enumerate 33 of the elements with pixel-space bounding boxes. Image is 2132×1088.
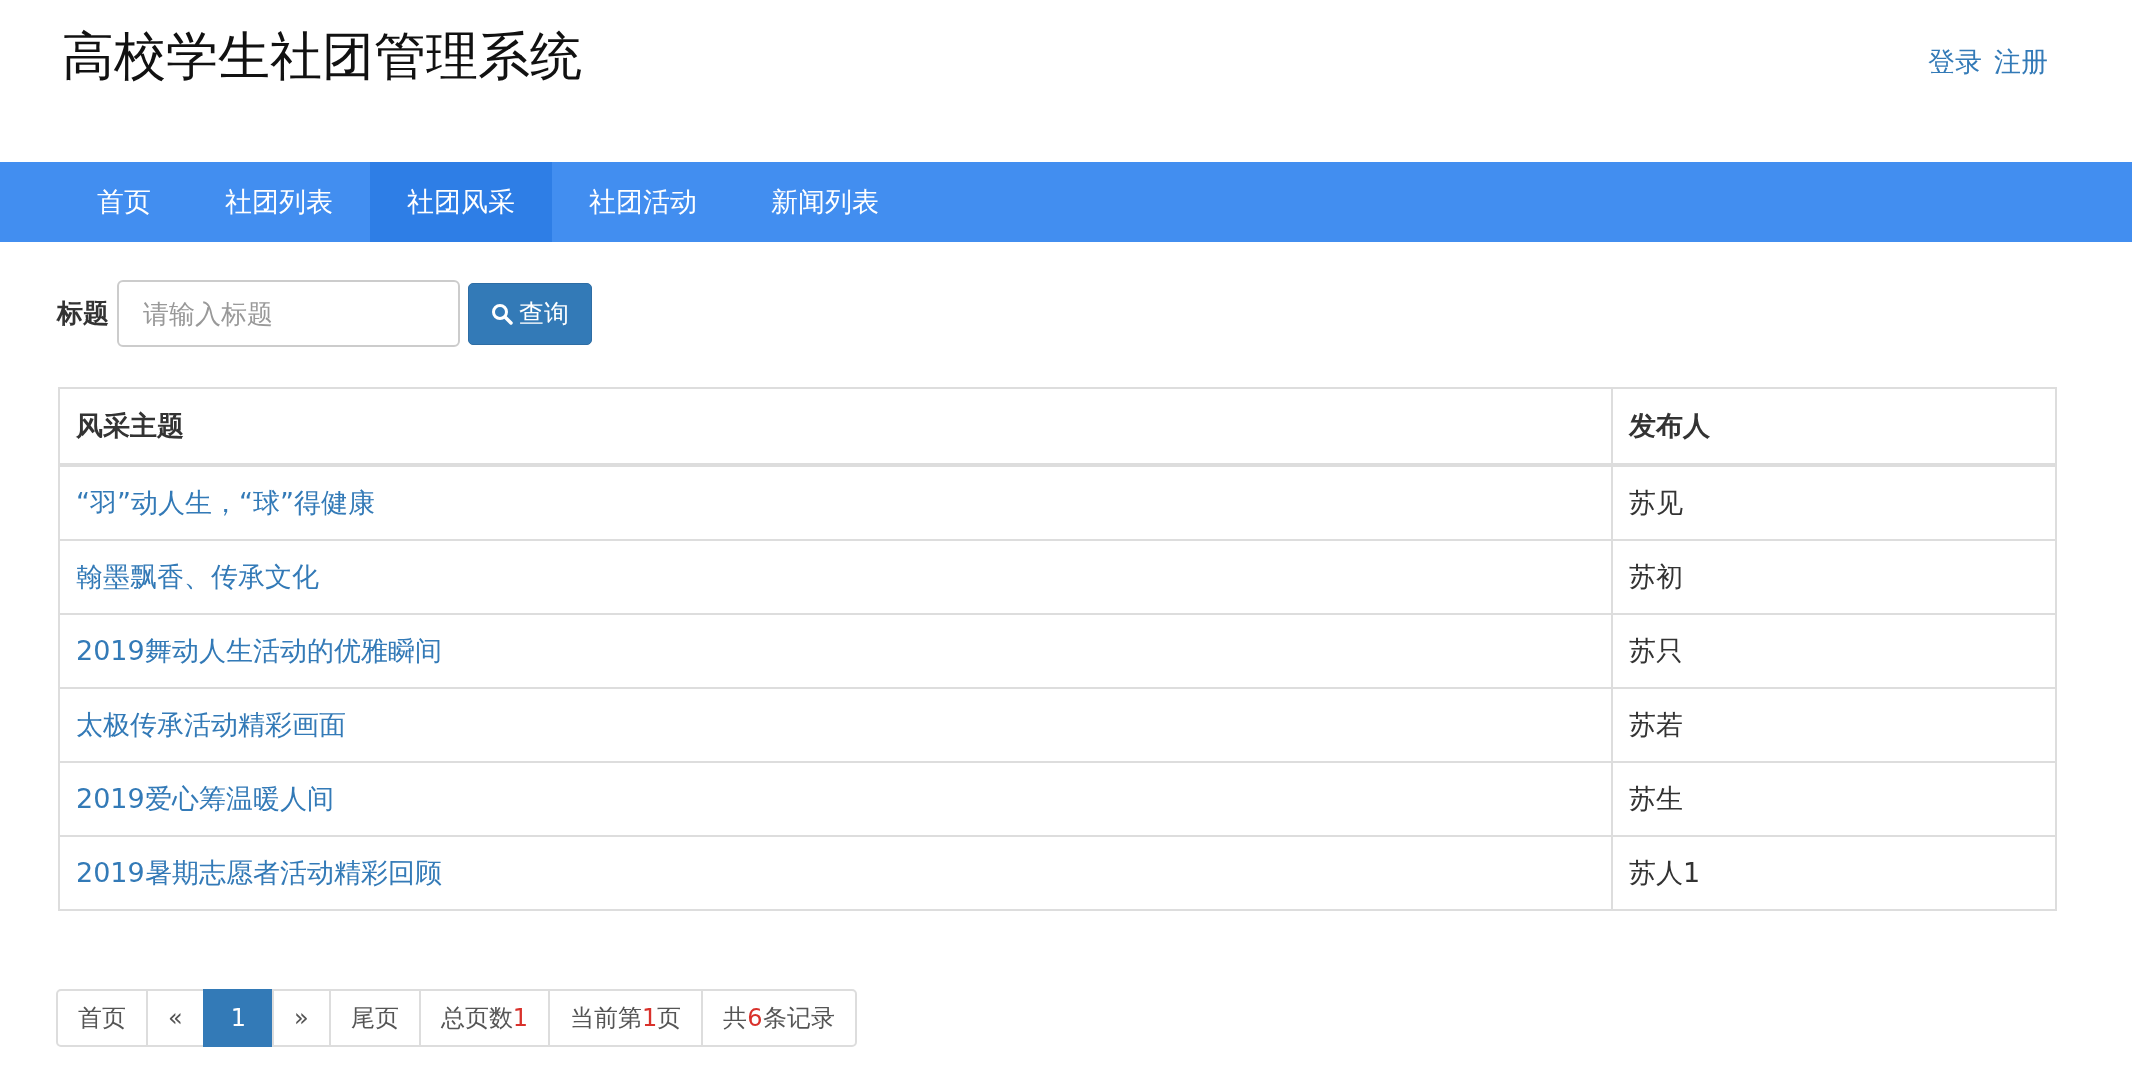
nav-tab[interactable]: 社团活动 (552, 162, 734, 242)
publisher-cell: 苏若 (1612, 688, 2056, 762)
search-label: 标题 (57, 297, 109, 330)
pagination-link[interactable]: 首页 (56, 989, 148, 1047)
column-header: 风采主题 (59, 388, 1612, 465)
pagination-link[interactable]: » (271, 989, 331, 1047)
topic-link[interactable]: 2019暑期志愿者活动精彩回顾 (76, 857, 442, 888)
pagination-info: 总页数1 (418, 989, 550, 1047)
topic-link[interactable]: “羽”动人生，“球”得健康 (76, 487, 375, 518)
header-link[interactable]: 登录 (1928, 44, 1982, 80)
nav-tab[interactable]: 社团风采 (370, 162, 552, 242)
search-icon (491, 302, 513, 325)
publisher-cell: 苏只 (1612, 614, 2056, 688)
column-header: 发布人 (1612, 388, 2056, 465)
topic-link[interactable]: 2019爱心筹温暖人间 (76, 783, 334, 814)
topic-link[interactable]: 翰墨飘香、传承文化 (76, 561, 319, 592)
site-title: 高校学生社团管理系统 (62, 25, 582, 88)
title-input-field[interactable]: 请输入标题 (117, 280, 460, 347)
search-button[interactable]: 查询 (468, 282, 592, 345)
nav-tab[interactable]: 首页 (60, 162, 188, 242)
publisher-cell: 苏生 (1612, 762, 2056, 836)
page-number[interactable]: 1 (202, 989, 274, 1047)
topic-link[interactable]: 太极传承活动精彩画面 (76, 709, 346, 740)
pagination-info: 共6条记录 (701, 989, 857, 1047)
publisher-cell: 苏见 (1612, 465, 2056, 540)
header-link[interactable]: 注册 (1994, 44, 2048, 80)
pagination-link[interactable]: 尾页 (328, 989, 421, 1047)
publisher-cell: 苏人1 (1612, 836, 2056, 910)
publisher-cell: 苏初 (1612, 540, 2056, 614)
nav-tab[interactable]: 新闻列表 (734, 162, 916, 242)
topic-link[interactable]: 2019舞动人生活动的优雅瞬间 (76, 635, 442, 666)
pagination-info: 当前第1页 (547, 989, 704, 1047)
nav-tab[interactable]: 社团列表 (188, 162, 370, 242)
